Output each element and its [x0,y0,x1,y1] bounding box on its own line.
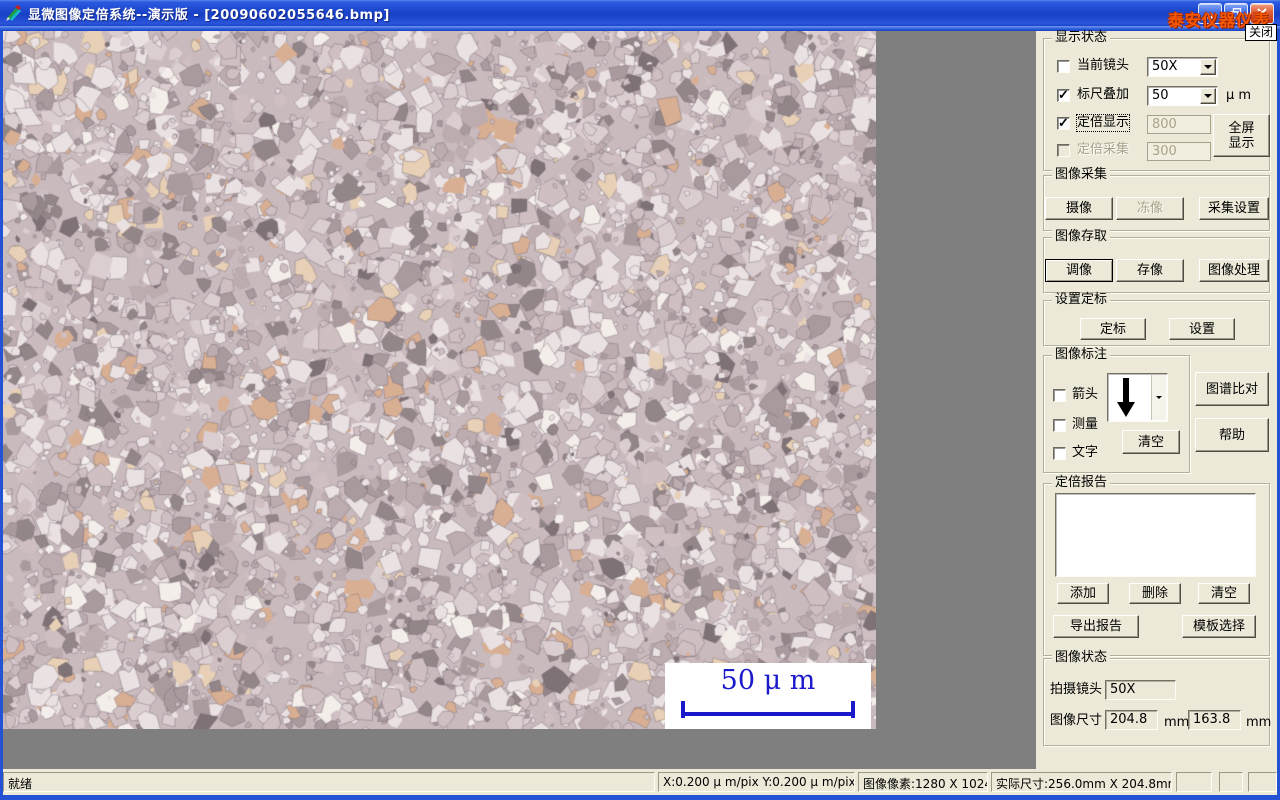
status-bar: 就绪 X:0.200 μ m/pix Y:0.200 μ m/pix 图像像素:… [3,769,1277,795]
fixed-capture-input: 300 [1147,142,1211,161]
status-empty-panel [1219,772,1243,792]
group-calibration: 设置 定标 [1043,293,1270,346]
scale-bar-label: 50 μ m [720,665,816,696]
status-pixel-scale: X:0.200 μ m/pix Y:0.200 μ m/pix [658,772,855,792]
label-measure: 测量 [1072,417,1099,432]
image-width-value: 204.8 [1110,712,1148,727]
scale-bar-tick [681,701,685,718]
status-actual-size: 实际尺寸:256.0mm X 204.8mm [991,772,1172,792]
image-height-field: 163.8 [1188,710,1241,730]
checkbox-fixed-display[interactable] [1057,115,1070,131]
freeze-button: 冻像 [1116,197,1184,220]
status-empty-panel [1248,772,1277,792]
app-window: 显微图像定倍系统--演示版 - [20090602055646.bmp] 泰安仪… [0,0,1280,800]
calibrate-button[interactable]: 定标 [1080,318,1146,340]
checkbox-fixed-capture [1057,144,1070,157]
checkbox-scale-overlay[interactable] [1057,87,1070,103]
window-controls [1198,3,1274,24]
label-fixed-display: 定倍显示 [1075,114,1131,132]
close-tooltip: 关闭 [1245,24,1278,41]
status-empty-panel [1176,772,1212,792]
save-image-button[interactable]: 存像 [1116,259,1184,282]
image-height-unit: mm [1246,715,1272,730]
client-area: 50 μ m 显示状态 当前镜头 50X 标尺叠加 50 μ m 定倍显示 80… [3,31,1277,769]
help-button[interactable]: 帮助 [1195,418,1269,452]
report-add-button[interactable]: 添加 [1057,583,1109,604]
label-current-lens: 当前镜头 [1077,58,1130,73]
load-image-button[interactable]: 调像 [1045,259,1113,282]
scale-unit-label: μ m [1226,88,1252,103]
atlas-compare-button[interactable]: 图谱比对 [1195,372,1269,406]
camera-button[interactable]: 摄像 [1045,197,1113,220]
export-report-button[interactable]: 导出报告 [1053,615,1139,638]
checkbox-text[interactable] [1053,447,1066,460]
label-fixed-capture: 定倍采集 [1077,142,1130,157]
fixed-display-input: 800 [1147,115,1211,134]
control-panel: 显示状态 当前镜头 50X 标尺叠加 50 μ m 定倍显示 800 定倍采集 [1036,31,1277,769]
restore-icon [1230,8,1242,19]
title-bar[interactable]: 显微图像定倍系统--演示版 - [20090602055646.bmp] 泰安仪… [0,0,1280,30]
label-image-size: 图像尺寸 [1050,713,1103,728]
settings-button[interactable]: 设置 [1169,318,1235,340]
template-select-button[interactable]: 模板选择 [1182,615,1256,638]
checkbox-arrow[interactable] [1053,389,1066,402]
group-title: 图像标注 [1052,348,1111,362]
chevron-down-icon[interactable] [1200,59,1216,75]
app-icon [5,4,23,22]
minimize-icon [1205,16,1213,19]
fixed-display-value: 800 [1152,117,1177,132]
restore-button[interactable] [1224,3,1248,24]
status-image-pixels: 图像像素:1280 X 1024 [858,772,988,792]
image-width-unit: mm [1164,715,1190,730]
capture-settings-button[interactable]: 采集设置 [1199,197,1269,220]
minimize-button[interactable] [1198,3,1222,24]
label-text: 文字 [1072,445,1099,460]
micrograph-view[interactable]: 50 μ m [3,31,876,729]
group-title: 显示状态 [1052,31,1111,45]
chevron-down-icon[interactable] [1200,88,1216,104]
annotation-clear-button[interactable]: 清空 [1122,430,1180,454]
group-title: 图像采集 [1052,168,1111,182]
scale-value: 50 [1152,88,1169,103]
scale-bar: 50 μ m [665,663,871,729]
group-title: 定倍报告 [1052,476,1111,490]
micrograph-canvas[interactable] [3,31,876,729]
group-title: 设置定标 [1052,293,1111,307]
group-title: 图像状态 [1052,651,1111,665]
arrow-style-select[interactable] [1107,373,1168,422]
scale-bar-line [681,701,855,718]
checkbox-measure[interactable] [1053,419,1066,432]
label-capture-lens: 拍摄镜头 [1050,682,1103,697]
close-button[interactable] [1250,3,1274,24]
fixed-capture-value: 300 [1152,144,1177,159]
fullscreen-button[interactable]: 全屏显示 [1213,114,1270,157]
checkbox-current-lens[interactable] [1057,60,1070,73]
capture-lens-field: 50X [1105,680,1176,700]
image-height-value: 163.8 [1193,712,1231,727]
capture-lens-value: 50X [1110,682,1136,697]
group-image-status: 图像状态 [1043,651,1270,746]
down-arrow-icon [1114,378,1138,422]
current-lens-select[interactable]: 50X [1147,57,1218,77]
group-title: 图像存取 [1052,230,1111,244]
image-process-button[interactable]: 图像处理 [1199,259,1269,282]
current-lens-value: 50X [1152,59,1178,74]
close-icon [1257,8,1267,18]
image-width-field: 204.8 [1105,710,1158,730]
scale-value-select[interactable]: 50 [1147,86,1218,106]
report-clear-button[interactable]: 清空 [1198,583,1250,604]
status-ready: 就绪 [3,772,655,792]
report-delete-button[interactable]: 删除 [1129,583,1181,604]
chevron-down-icon[interactable] [1151,375,1166,420]
label-scale-overlay: 标尺叠加 [1077,87,1130,102]
label-arrow: 箭头 [1072,387,1099,402]
window-title: 显微图像定倍系统--演示版 - [20090602055646.bmp] [28,7,390,23]
report-listbox[interactable] [1055,493,1256,577]
scale-bar-tick [851,701,855,718]
